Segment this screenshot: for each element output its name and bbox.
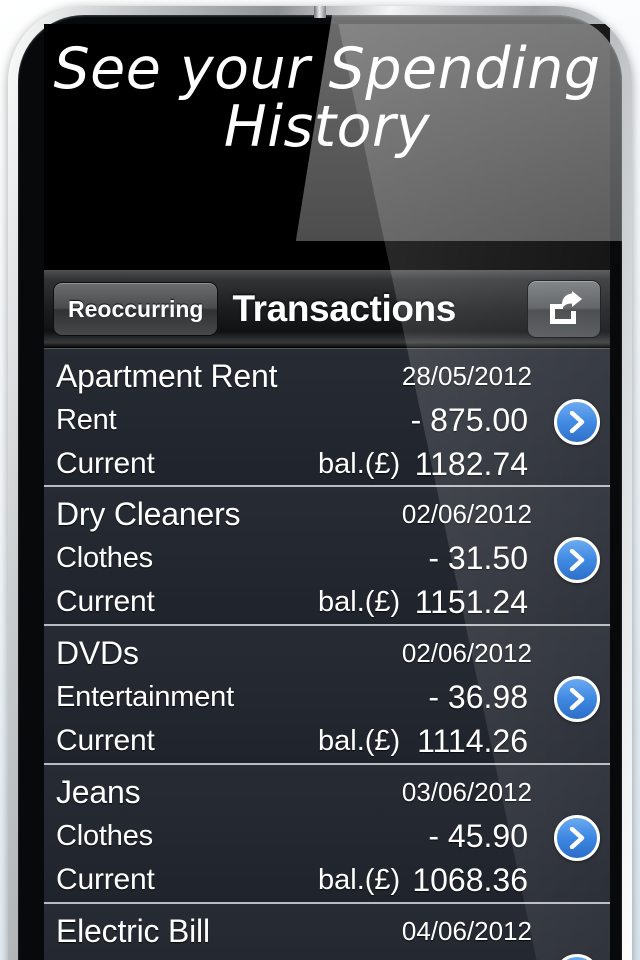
- account-name: Current: [56, 447, 155, 480]
- transaction-category: Clothes: [56, 819, 153, 852]
- row-line-balance: Current bal.(£) 1182.74: [56, 442, 594, 486]
- transaction-title: Dry Cleaners: [56, 495, 241, 532]
- transaction-title: DVDs: [56, 634, 139, 671]
- disclosure-button[interactable]: [554, 399, 600, 445]
- page-title: Transactions: [232, 287, 456, 329]
- balance-value: 1151.24: [414, 583, 528, 620]
- disclosure-button[interactable]: [554, 815, 600, 861]
- share-button[interactable]: [527, 279, 601, 338]
- balance-value: 1114.26: [417, 722, 528, 759]
- balance-value: 1182.74: [414, 445, 528, 482]
- transaction-category: Entertainment: [56, 680, 234, 713]
- transaction-title: Jeans: [56, 773, 141, 810]
- row-line-title: Dry Cleaners 02/06/2012: [56, 492, 594, 536]
- account-name: Current: [56, 863, 155, 896]
- row-line-title: DVDs 02/06/2012: [56, 631, 594, 675]
- navigation-bar: Reoccurring Transactions: [44, 270, 610, 348]
- table-row[interactable]: DVDs 02/06/2012 Entertainment - 36.98 Cu…: [44, 626, 610, 765]
- table-row[interactable]: Jeans 03/06/2012 Clothes - 45.90 Current…: [44, 765, 610, 904]
- transaction-date: 02/06/2012: [401, 637, 532, 668]
- row-line-title: Apartment Rent 28/05/2012: [56, 354, 594, 398]
- transaction-amount: - 31.50: [428, 539, 528, 576]
- disclosure-button[interactable]: [554, 676, 600, 722]
- transaction-title: Apartment Rent: [56, 357, 278, 394]
- chevron-right-icon: [568, 411, 586, 433]
- disclosure-button[interactable]: [554, 537, 600, 583]
- transaction-amount: - 45.90: [428, 817, 528, 854]
- row-line-balance: Current bal.(£) 1151.24: [56, 580, 594, 624]
- chevron-right-icon: [568, 549, 586, 571]
- row-line-title: Electric Bill 04/06/2012: [56, 909, 594, 953]
- account-name: Current: [56, 585, 155, 618]
- transaction-amount: - 192.74: [411, 957, 528, 960]
- row-line-category: Clothes - 31.50: [56, 536, 594, 580]
- promo-headline-area: See your Spending History: [44, 24, 610, 250]
- transaction-date: 02/06/2012: [401, 498, 532, 529]
- balance-value: 1068.36: [412, 861, 528, 898]
- table-row[interactable]: Electric Bill 04/06/2012 Utility Bill - …: [44, 904, 610, 960]
- transaction-category: Rent: [56, 403, 117, 436]
- chevron-right-icon: [568, 688, 586, 710]
- promo-headline: See your Spending History: [53, 36, 601, 161]
- share-export-icon: [545, 290, 583, 327]
- row-line-title: Jeans 03/06/2012: [56, 770, 594, 814]
- transaction-title: Electric Bill: [56, 912, 210, 949]
- row-line-balance: Current bal.(£) 1068.36: [56, 858, 594, 902]
- balance-label: bal.(£): [318, 863, 401, 896]
- row-line-category: Rent - 875.00: [56, 398, 594, 442]
- phone-device: See your Spending History Reoccurring Tr…: [8, 6, 632, 960]
- transaction-amount: - 36.98: [428, 678, 528, 715]
- chevron-right-icon: [568, 827, 586, 849]
- transaction-category: Clothes: [56, 541, 153, 574]
- transaction-date: 04/06/2012: [401, 915, 532, 946]
- balance-label: bal.(£): [318, 724, 401, 757]
- table-row[interactable]: Dry Cleaners 02/06/2012 Clothes - 31.50 …: [44, 487, 610, 626]
- account-name: Current: [56, 724, 155, 757]
- table-row[interactable]: Apartment Rent 28/05/2012 Rent - 875.00 …: [44, 348, 610, 487]
- transaction-date: 03/06/2012: [401, 776, 532, 807]
- row-line-category: Clothes - 45.90: [56, 814, 594, 858]
- balance-label: bal.(£): [318, 447, 401, 480]
- transaction-amount: - 875.00: [410, 401, 528, 438]
- antenna-notch: [314, 6, 326, 18]
- row-line-category: Utility Bill - 192.74: [56, 953, 594, 960]
- back-button-reoccurring[interactable]: Reoccurring: [53, 281, 219, 336]
- status-bar: [44, 250, 610, 270]
- transaction-date: 28/05/2012: [401, 360, 532, 391]
- balance-label: bal.(£): [318, 585, 401, 618]
- phone-screen: See your Spending History Reoccurring Tr…: [44, 24, 610, 960]
- row-line-category: Entertainment - 36.98: [56, 675, 594, 719]
- row-line-balance: Current bal.(£) 1114.26: [56, 719, 594, 763]
- transactions-table[interactable]: Apartment Rent 28/05/2012 Rent - 875.00 …: [44, 348, 610, 960]
